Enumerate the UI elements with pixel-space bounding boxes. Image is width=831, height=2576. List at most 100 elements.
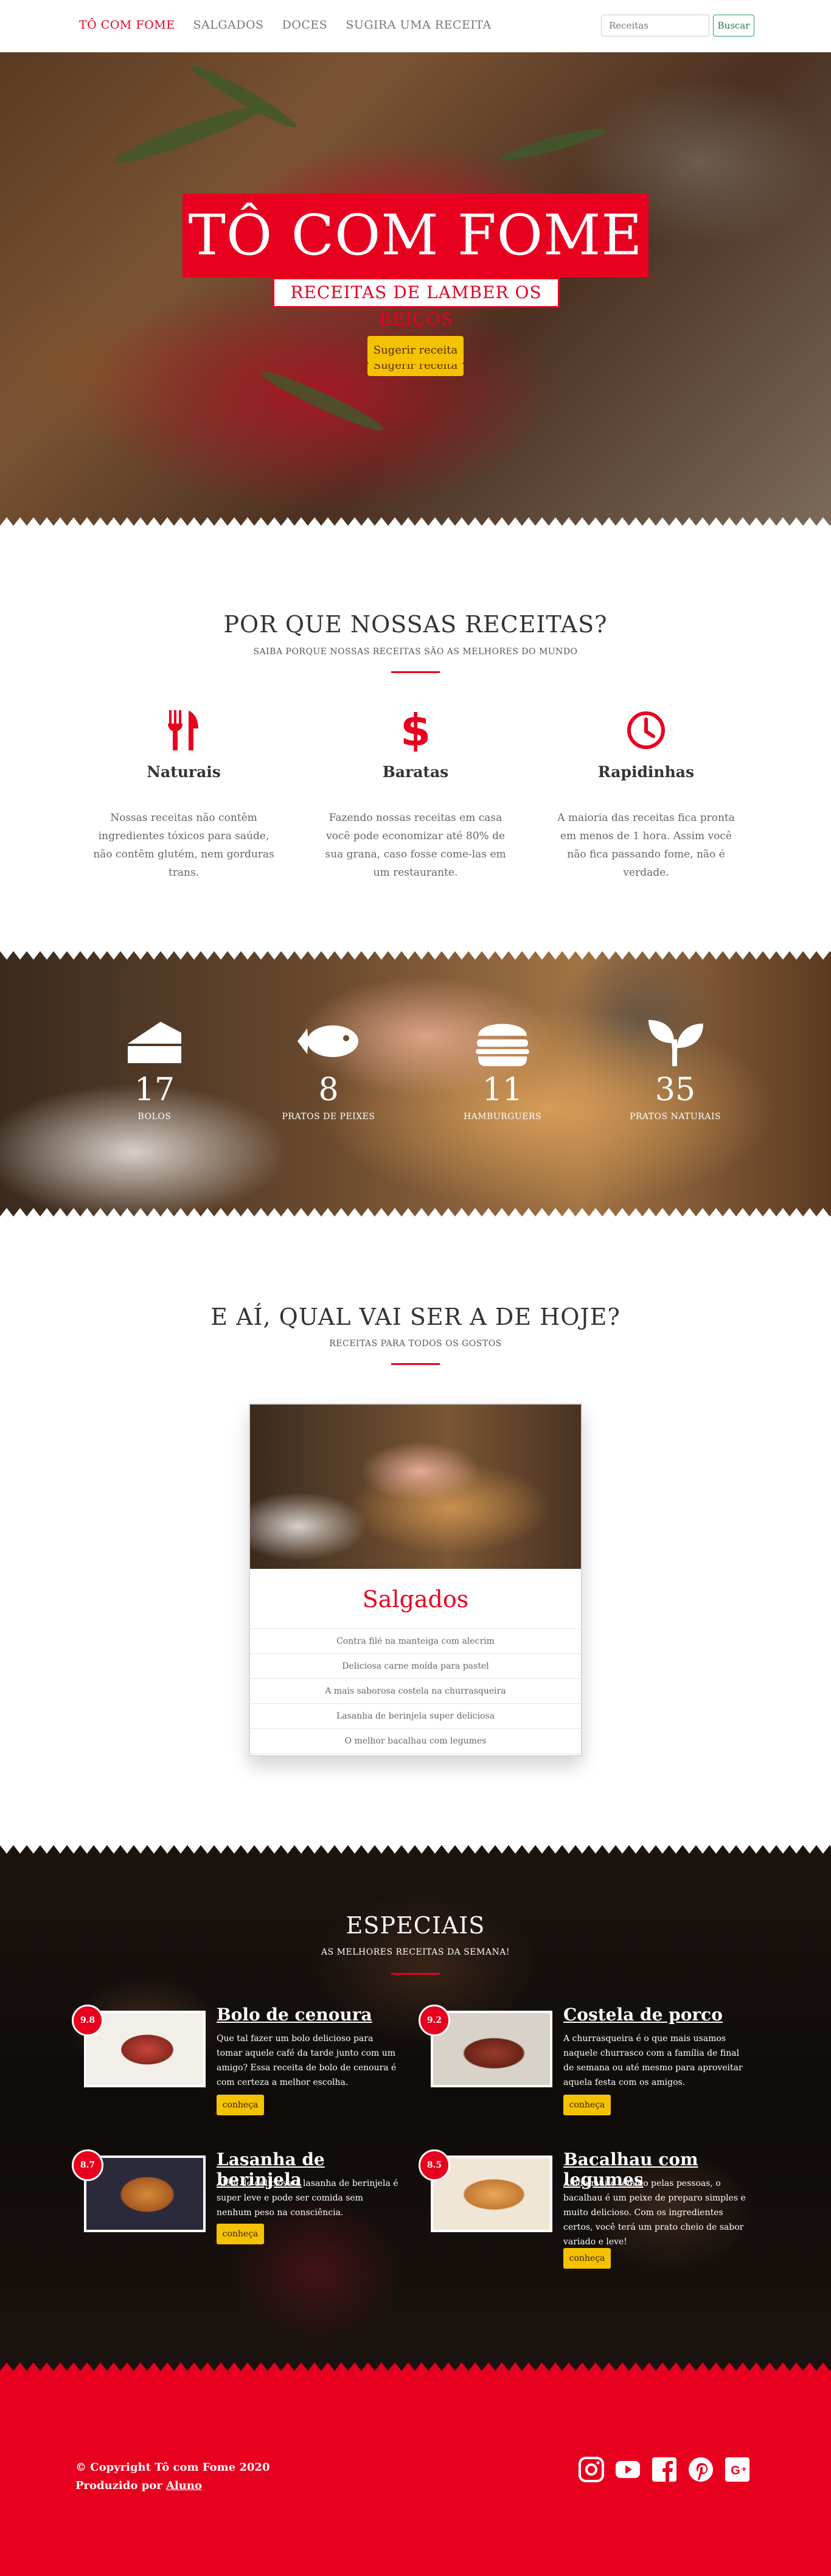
svg-text:+: + [742,2464,746,2474]
list-item[interactable]: O melhor bacalhau com legumes [250,1729,581,1754]
svg-text:G: G [731,2464,740,2477]
leaf-icon [608,1017,742,1066]
feature-rapidinhas: Rapidinhas A maioria das receitas fica p… [555,706,737,882]
list-item[interactable]: Deliciosa carne moída para pastel [250,1654,581,1679]
hero-subtitle: RECEITAS DE LAMBER OS BEIÇOS [273,277,560,329]
recipe-title[interactable]: Costela de porco [563,2005,723,2025]
stats-section: 17 BOLOS 8 PRATOS DE PEIXES 11 HAMBURGUE… [0,951,831,1216]
red-divider [391,1973,440,1975]
zigzag-divider [0,951,831,960]
recipe-description: A churrasqueira é o que mais usamos naqu… [563,2034,743,2087]
conheca-button[interactable]: conheça [217,2224,264,2244]
recipe-description: Ainda muito temido pelas pessoas, o baca… [563,2179,746,2247]
herb-decoration [499,124,608,165]
especiais-section: ESPECIAIS AS MELHORES RECEITAS DA SEMANA… [0,1845,831,2371]
youtube-icon[interactable] [614,2456,641,2483]
author-link[interactable]: Aluno [166,2479,202,2492]
stat-number: 8 [318,1072,339,1108]
footer-copyright: © Copyright Tô com Fome 2020 Produzido p… [75,2459,269,2495]
recipe-title[interactable]: Bolo de cenoura [217,2005,372,2025]
special-item: 8.7 Lasanha de berinjela Além de delicio… [72,2149,412,2271]
herb-decoration [111,99,266,170]
feature-title: Naturais [147,763,221,781]
search-button[interactable]: Buscar [713,15,754,37]
nav-brand-link[interactable]: TÔ COM FOME [79,18,175,32]
stat-label: PRATOS DE PEIXES [282,1112,375,1122]
suggest-recipe-ghost: Sugerir receita [367,364,464,376]
especiais-title: ESPECIAIS [346,1912,485,1939]
burger-icon [436,1017,569,1066]
why-subtitle: SAIBA PORQUE NOSSAS RECEITAS SÃO AS MELH… [253,647,578,657]
card-image [250,1405,581,1569]
feature-text: Nossas receitas não contêm ingredientes … [93,812,274,879]
stat-naturais: 35 PRATOS NATURAIS [608,1017,742,1122]
footer: © Copyright Tô com Fome 2020 Produzido p… [0,2371,831,2576]
stat-number: 35 [655,1072,696,1108]
list-item[interactable]: Lasanha de berinjela super deliciosa [250,1704,581,1729]
copyright-text: © Copyright Tô com Fome 2020 [75,2461,270,2474]
nav-link-sugira[interactable]: SUGIRA UMA RECEITA [346,18,491,32]
cake-icon [88,1017,221,1066]
rating-badge: 8.7 [72,2149,103,2181]
facebook-icon[interactable] [651,2456,678,2483]
conheca-button[interactable]: conheça [217,2095,264,2115]
search-input[interactable] [601,15,709,37]
navbar: TÔ COM FOME SALGADOS DOCES SUGIRA UMA RE… [0,0,831,52]
list-item[interactable]: Contra filé na manteiga com alecrim [250,1629,581,1654]
category-card[interactable]: Salgados Contra filé na manteiga com ale… [249,1403,582,1756]
dollar-icon: $ [324,706,507,755]
produced-by-text: Produzido por [75,2479,166,2492]
card-title: Salgados [362,1586,469,1613]
recipe-description: Que tal fazer um bolo delicioso para tom… [217,2034,397,2087]
zigzag-divider [0,1845,831,1854]
hero-title: TÔ COM FOME [183,194,648,277]
herb-decoration [258,365,387,437]
stat-label: PRATOS NATURAIS [629,1112,721,1122]
stat-label: BOLOS [137,1112,172,1122]
recipe-description: Além de deliciosa a lasanha de berinjela… [217,2179,398,2218]
social-links: G + [578,2456,751,2483]
stat-peixes: 8 PRATOS DE PEIXES [262,1017,395,1122]
conheca-button[interactable]: conheça [563,2095,611,2115]
fish-icon [262,1017,395,1066]
stat-bolos: 17 BOLOS [88,1017,221,1122]
zigzag-divider [0,517,831,526]
red-divider [391,671,440,673]
feature-title: Rapidinhas [597,763,695,781]
utensils-icon [92,706,275,755]
list-item[interactable]: A mais saborosa costela na churrasqueira [250,1679,581,1704]
instagram-icon[interactable] [578,2456,605,2483]
special-item: 9.8 Bolo de cenoura Que tal fazer um bol… [72,2005,412,2126]
nav-link-salgados[interactable]: SALGADOS [193,18,263,32]
hero-banner: TÔ COM FOME RECEITAS DE LAMBER OS BEIÇOS… [0,52,831,526]
nav-link-doces[interactable]: DOCES [282,18,328,32]
zigzag-divider [0,2362,831,2371]
special-item: 9.2 Costela de porco A churrasqueira é o… [419,2005,759,2126]
feature-text: Fazendo nossas receitas em casa você pod… [325,812,506,879]
feature-naturais: Naturais Nossas receitas não contêm ingr… [92,706,275,882]
svg-text:$: $ [400,709,431,752]
rating-badge: 9.8 [72,2005,103,2036]
today-title: E AÍ, QUAL VAI SER A DE HOJE? [210,1304,621,1330]
stat-number: 17 [134,1072,175,1108]
zigzag-divider [0,1208,831,1216]
produced-by: Produzido por Aluno [75,2477,269,2495]
stat-hamburguers: 11 HAMBURGUERS [436,1017,569,1122]
conheca-button[interactable]: conheça [563,2248,611,2269]
special-item: 8.5 Bacalhau com legumes Ainda muito tem… [419,2149,759,2271]
stat-number: 11 [482,1072,523,1108]
why-title: POR QUE NOSSAS RECEITAS? [223,611,608,638]
today-subtitle: RECEITAS PARA TODOS OS GOSTOS [329,1339,502,1349]
red-divider [391,1363,440,1365]
nav-links: TÔ COM FOME SALGADOS DOCES SUGIRA UMA RE… [79,18,492,32]
google-plus-icon[interactable]: G + [724,2456,751,2483]
rating-badge: 8.5 [419,2149,450,2181]
suggest-recipe-button[interactable]: Sugerir receita [367,336,464,364]
rating-badge: 9.2 [419,2005,450,2036]
especiais-subtitle: AS MELHORES RECEITAS DA SEMANA! [321,1947,510,1957]
stat-label: HAMBURGUERS [463,1112,542,1122]
feature-baratas: $ Baratas Fazendo nossas receitas em cas… [324,706,507,882]
pinterest-icon[interactable] [687,2456,714,2483]
clock-icon [555,706,737,755]
feature-title: Baratas [382,763,449,781]
